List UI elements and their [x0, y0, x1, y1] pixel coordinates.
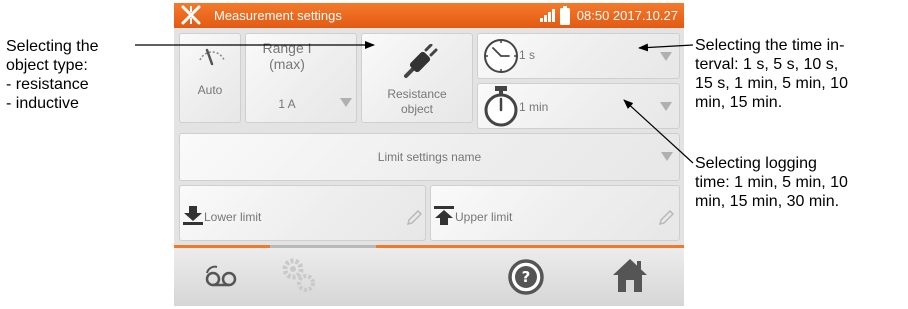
arrow-logging-time: [623, 99, 694, 164]
arrow-time-interval: [638, 43, 694, 52]
annotation-arrows: [135, 41, 694, 164]
